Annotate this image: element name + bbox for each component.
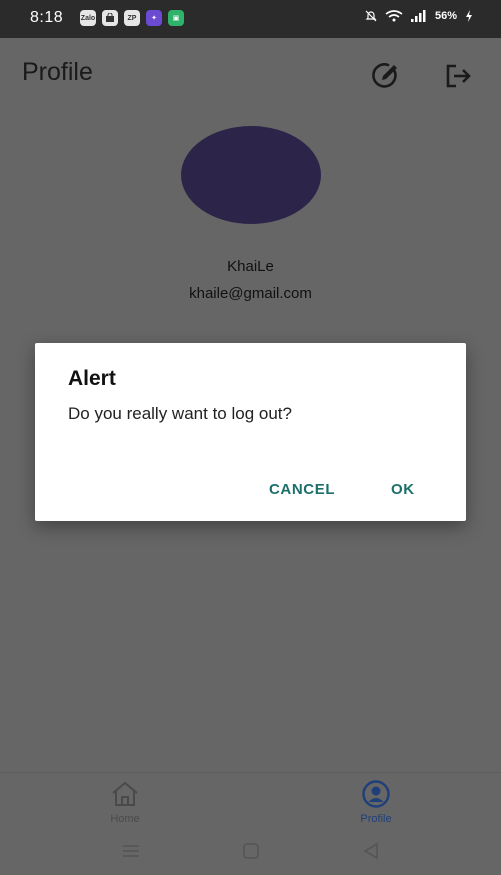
logout-icon bbox=[446, 64, 471, 88]
dialog-title: Alert bbox=[68, 367, 116, 390]
signal-icon bbox=[410, 10, 426, 22]
edit-profile-button[interactable] bbox=[370, 60, 402, 92]
square-icon bbox=[243, 843, 259, 859]
ok-button[interactable]: OK bbox=[383, 471, 423, 507]
nav-label-home: Home bbox=[110, 813, 140, 825]
game-app-icon: ✦ bbox=[146, 10, 162, 26]
page-title: Profile bbox=[22, 58, 93, 86]
wifi-icon bbox=[385, 10, 403, 22]
app-bar: Profile bbox=[0, 38, 501, 110]
account-circle-icon bbox=[362, 780, 390, 808]
system-back-button[interactable] bbox=[360, 842, 382, 860]
user-name: KhaiLe bbox=[227, 258, 274, 275]
status-bar: 8:18 Zalo ZP ✦ ▣ 56% bbox=[0, 0, 501, 38]
nav-label-profile: Profile bbox=[360, 813, 392, 825]
charging-icon bbox=[466, 10, 472, 22]
back-triangle-icon bbox=[363, 842, 378, 860]
logout-alert-dialog: Alert Do you really want to log out? CAN… bbox=[35, 343, 466, 521]
recent-apps-button[interactable] bbox=[120, 842, 142, 860]
system-navigation-bar bbox=[0, 830, 501, 875]
zp-app-icon: ZP bbox=[124, 10, 140, 26]
dialog-message: Do you really want to log out? bbox=[68, 404, 292, 423]
bottom-navigation: Home Profile bbox=[0, 772, 501, 830]
cancel-button[interactable]: CANCEL bbox=[261, 471, 343, 507]
mute-bell-icon bbox=[365, 10, 377, 22]
user-email: khaile@gmail.com bbox=[189, 285, 312, 302]
nav-item-home[interactable]: Home bbox=[85, 779, 165, 825]
system-home-button[interactable] bbox=[240, 842, 262, 860]
avatar bbox=[181, 126, 321, 224]
nav-item-profile[interactable]: Profile bbox=[336, 779, 416, 825]
shopping-bag-icon bbox=[102, 10, 118, 26]
logout-button[interactable] bbox=[442, 60, 474, 92]
messenger-icon: Zalo bbox=[80, 10, 96, 26]
notification-icons: Zalo ZP ✦ ▣ bbox=[80, 10, 184, 26]
menu-icon bbox=[123, 845, 139, 857]
home-icon bbox=[112, 781, 138, 806]
edit-icon bbox=[372, 63, 397, 88]
status-time: 8:18 bbox=[30, 9, 64, 26]
system-status-icons: 56% bbox=[365, 10, 473, 22]
battery-percent: 56% bbox=[434, 10, 457, 22]
store-app-icon: ▣ bbox=[168, 10, 184, 26]
